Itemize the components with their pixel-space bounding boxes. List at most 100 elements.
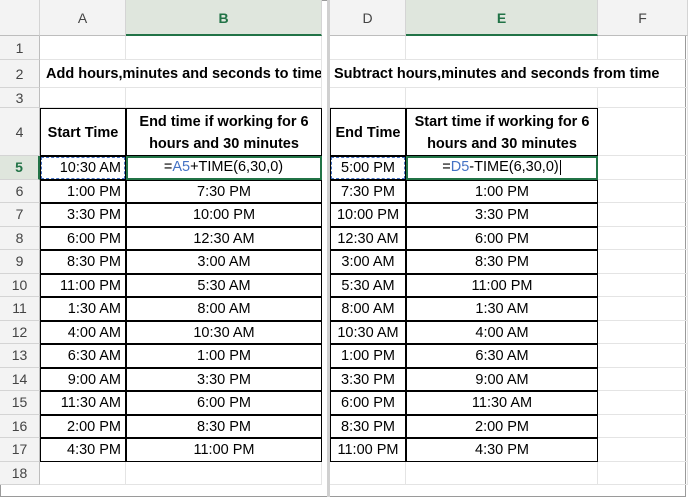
cell-e18[interactable] bbox=[406, 461, 598, 485]
cell-f6[interactable] bbox=[598, 179, 688, 203]
row-header-14[interactable]: 14 bbox=[0, 367, 40, 391]
cell-d7[interactable]: 10:00 PM bbox=[330, 203, 406, 227]
row-header-18[interactable]: 18 bbox=[0, 461, 40, 485]
cell-f8[interactable] bbox=[598, 226, 688, 250]
cell-b11[interactable]: 8:00 AM bbox=[126, 297, 322, 321]
cell-a10[interactable]: 11:00 PM bbox=[40, 273, 126, 297]
row-header-15[interactable]: 15 bbox=[0, 391, 40, 415]
cell-d10[interactable]: 5:30 AM bbox=[330, 273, 406, 297]
cell-a9[interactable]: 8:30 PM bbox=[40, 250, 126, 274]
cell-a18[interactable] bbox=[40, 461, 126, 485]
cell-f17[interactable] bbox=[598, 438, 688, 462]
row-header-13[interactable]: 13 bbox=[0, 344, 40, 368]
cell-b10[interactable]: 5:30 AM bbox=[126, 273, 322, 297]
row-header-16[interactable]: 16 bbox=[0, 414, 40, 438]
select-all-corner[interactable] bbox=[0, 0, 40, 36]
cell-b8[interactable]: 12:30 AM bbox=[126, 226, 322, 250]
cell-d6[interactable]: 7:30 PM bbox=[330, 179, 406, 203]
cell-d5[interactable]: 5:00 PM bbox=[330, 156, 406, 180]
cell-f18[interactable] bbox=[598, 461, 688, 485]
cell-f4[interactable] bbox=[598, 108, 688, 156]
cell-a5[interactable]: 10:30 AM bbox=[40, 156, 126, 180]
cell-d3[interactable] bbox=[330, 88, 406, 108]
cell-e10[interactable]: 11:00 PM bbox=[406, 273, 598, 297]
row-header-4[interactable]: 4 bbox=[0, 108, 40, 156]
column-header-b[interactable]: B bbox=[126, 0, 322, 36]
cell-a13[interactable]: 6:30 AM bbox=[40, 344, 126, 368]
column-header-d[interactable]: D bbox=[330, 0, 406, 36]
cell-f5[interactable] bbox=[598, 156, 688, 180]
cell-e11[interactable]: 1:30 AM bbox=[406, 297, 598, 321]
cell-b17[interactable]: 11:00 PM bbox=[126, 438, 322, 462]
row-header-10[interactable]: 10 bbox=[0, 273, 40, 297]
cell-f9[interactable] bbox=[598, 250, 688, 274]
row-header-11[interactable]: 11 bbox=[0, 297, 40, 321]
cell-f1[interactable] bbox=[598, 36, 688, 60]
cell-b9[interactable]: 3:00 AM bbox=[126, 250, 322, 274]
row-header-12[interactable]: 12 bbox=[0, 320, 40, 344]
cell-e7[interactable]: 3:30 PM bbox=[406, 203, 598, 227]
cell-d14[interactable]: 3:30 PM bbox=[330, 367, 406, 391]
cell-a3[interactable] bbox=[40, 88, 126, 108]
cell-a12[interactable]: 4:00 AM bbox=[40, 320, 126, 344]
cell-a8[interactable]: 6:00 PM bbox=[40, 226, 126, 250]
row-header-7[interactable]: 7 bbox=[0, 203, 40, 227]
cell-a6[interactable]: 1:00 PM bbox=[40, 179, 126, 203]
cell-f14[interactable] bbox=[598, 367, 688, 391]
cell-a15[interactable]: 11:30 AM bbox=[40, 391, 126, 415]
cell-d16[interactable]: 8:30 PM bbox=[330, 414, 406, 438]
row-header-8[interactable]: 8 bbox=[0, 226, 40, 250]
cell-e3[interactable] bbox=[406, 88, 598, 108]
cell-f13[interactable] bbox=[598, 344, 688, 368]
cell-f7[interactable] bbox=[598, 203, 688, 227]
row-header-2[interactable]: 2 bbox=[0, 60, 40, 88]
cell-f12[interactable] bbox=[598, 320, 688, 344]
cell-b13[interactable]: 1:00 PM bbox=[126, 344, 322, 368]
cell-e15[interactable]: 11:30 AM bbox=[406, 391, 598, 415]
cell-f15[interactable] bbox=[598, 391, 688, 415]
cell-b14[interactable]: 3:30 PM bbox=[126, 367, 322, 391]
row-header-17[interactable]: 17 bbox=[0, 438, 40, 462]
cell-f10[interactable] bbox=[598, 273, 688, 297]
cell-b16[interactable]: 8:30 PM bbox=[126, 414, 322, 438]
row-header-5[interactable]: 5 bbox=[0, 156, 40, 180]
cell-b3[interactable] bbox=[126, 88, 322, 108]
column-header-f[interactable]: F bbox=[598, 0, 688, 36]
formula-cell-e5[interactable]: =D5-TIME(6,30,0) bbox=[406, 156, 598, 180]
cell-d8[interactable]: 12:30 AM bbox=[330, 226, 406, 250]
cell-d18[interactable] bbox=[330, 461, 406, 485]
cell-a11[interactable]: 1:30 AM bbox=[40, 297, 126, 321]
cell-d17[interactable]: 11:00 PM bbox=[330, 438, 406, 462]
cell-e16[interactable]: 2:00 PM bbox=[406, 414, 598, 438]
cell-d1[interactable] bbox=[330, 36, 406, 60]
cell-a1[interactable] bbox=[40, 36, 126, 60]
formula-cell-b5[interactable]: =A5+TIME(6,30,0) bbox=[126, 156, 322, 180]
cell-e8[interactable]: 6:00 PM bbox=[406, 226, 598, 250]
cell-a17[interactable]: 4:30 PM bbox=[40, 438, 126, 462]
cell-e12[interactable]: 4:00 AM bbox=[406, 320, 598, 344]
cell-f3[interactable] bbox=[598, 88, 688, 108]
row-header-3[interactable]: 3 bbox=[0, 88, 40, 108]
cell-a14[interactable]: 9:00 AM bbox=[40, 367, 126, 391]
cell-b12[interactable]: 10:30 AM bbox=[126, 320, 322, 344]
cell-e14[interactable]: 9:00 AM bbox=[406, 367, 598, 391]
cell-e17[interactable]: 4:30 PM bbox=[406, 438, 598, 462]
cell-b6[interactable]: 7:30 PM bbox=[126, 179, 322, 203]
column-header-e[interactable]: E bbox=[406, 0, 598, 36]
cell-b15[interactable]: 6:00 PM bbox=[126, 391, 322, 415]
cell-e1[interactable] bbox=[406, 36, 598, 60]
cell-b1[interactable] bbox=[126, 36, 322, 60]
row-header-9[interactable]: 9 bbox=[0, 250, 40, 274]
column-header-a[interactable]: A bbox=[40, 0, 126, 36]
cell-f11[interactable] bbox=[598, 297, 688, 321]
cell-d15[interactable]: 6:00 PM bbox=[330, 391, 406, 415]
cell-e6[interactable]: 1:00 PM bbox=[406, 179, 598, 203]
row-header-6[interactable]: 6 bbox=[0, 179, 40, 203]
cell-d11[interactable]: 8:00 AM bbox=[330, 297, 406, 321]
cell-d12[interactable]: 10:30 AM bbox=[330, 320, 406, 344]
cell-b18[interactable] bbox=[126, 461, 322, 485]
cell-d9[interactable]: 3:00 AM bbox=[330, 250, 406, 274]
cell-e9[interactable]: 8:30 PM bbox=[406, 250, 598, 274]
cell-b7[interactable]: 10:00 PM bbox=[126, 203, 322, 227]
cell-e13[interactable]: 6:30 AM bbox=[406, 344, 598, 368]
